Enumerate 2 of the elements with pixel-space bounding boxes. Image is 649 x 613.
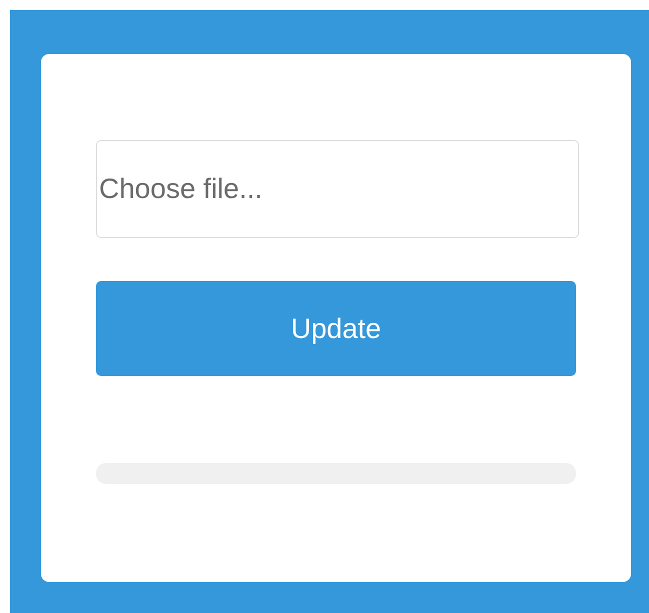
update-button[interactable]: Update bbox=[96, 281, 576, 376]
file-input-field[interactable]: Choose file... bbox=[96, 140, 579, 238]
